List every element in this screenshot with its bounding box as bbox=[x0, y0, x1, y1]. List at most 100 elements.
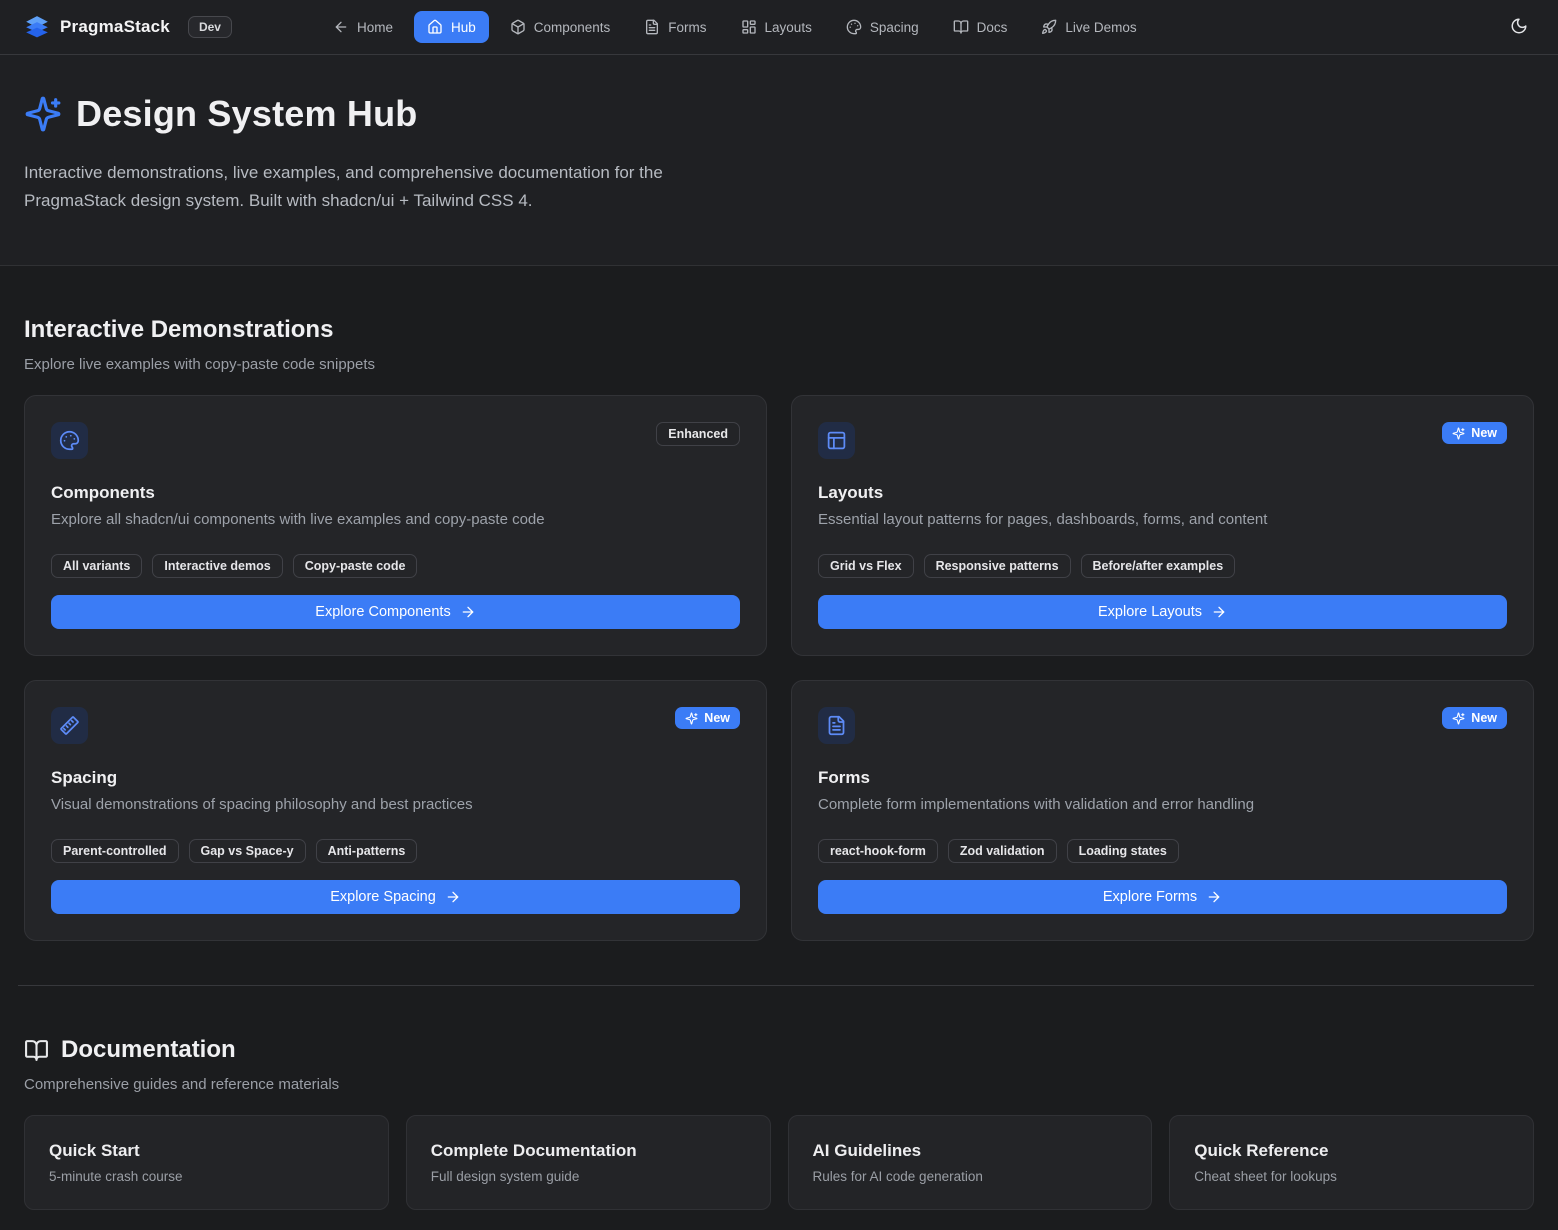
feature-tag: Gap vs Space-y bbox=[189, 839, 306, 863]
env-badge: Dev bbox=[188, 16, 232, 38]
doc-card-quick-start[interactable]: Quick Start 5-minute crash course bbox=[24, 1115, 389, 1210]
card-title: Spacing bbox=[51, 768, 740, 788]
doc-card-description: 5-minute crash course bbox=[49, 1169, 364, 1184]
new-badge: New bbox=[1442, 422, 1507, 444]
card-title: Layouts bbox=[818, 483, 1507, 503]
file-text-icon bbox=[818, 707, 855, 744]
nav-item-spacing[interactable]: Spacing bbox=[833, 11, 932, 43]
nav-item-label: Docs bbox=[977, 20, 1008, 35]
doc-card-quick-reference[interactable]: Quick Reference Cheat sheet for lookups bbox=[1169, 1115, 1534, 1210]
panels-top-left-icon bbox=[818, 422, 855, 459]
page-subtitle: Interactive demonstrations, live example… bbox=[24, 159, 769, 215]
top-nav: PragmaStack Dev Home Hub Components Form… bbox=[0, 0, 1558, 55]
package-icon bbox=[510, 19, 526, 35]
book-open-icon bbox=[953, 19, 969, 35]
card-description: Essential layout patterns for pages, das… bbox=[818, 511, 1507, 528]
nav-item-live-demos[interactable]: Live Demos bbox=[1028, 11, 1149, 43]
nav-item-hub[interactable]: Hub bbox=[414, 11, 489, 43]
nav-item-docs[interactable]: Docs bbox=[940, 11, 1021, 43]
demo-card-components: Enhanced Components Explore all shadcn/u… bbox=[24, 395, 767, 656]
theme-toggle-button[interactable] bbox=[1504, 11, 1534, 44]
demo-card-forms: New Forms Complete form implementations … bbox=[791, 680, 1534, 941]
explore-spacing-button[interactable]: Explore Spacing bbox=[51, 880, 740, 914]
ruler-icon bbox=[51, 707, 88, 744]
feature-tag: Zod validation bbox=[948, 839, 1057, 863]
feature-tag: Parent-controlled bbox=[51, 839, 179, 863]
demos-section-heading: Interactive Demonstrations bbox=[24, 316, 1534, 344]
card-title: Components bbox=[51, 483, 740, 503]
sparkles-icon bbox=[685, 712, 698, 725]
book-open-icon bbox=[24, 1038, 49, 1063]
card-description: Explore all shadcn/ui components with li… bbox=[51, 511, 740, 528]
doc-card-description: Cheat sheet for lookups bbox=[1194, 1169, 1509, 1184]
file-text-icon bbox=[644, 19, 660, 35]
nav-item-label: Live Demos bbox=[1065, 20, 1136, 35]
explore-components-button[interactable]: Explore Components bbox=[51, 595, 740, 629]
feature-tag: Loading states bbox=[1067, 839, 1179, 863]
status-badge: Enhanced bbox=[656, 422, 740, 446]
feature-tag: Grid vs Flex bbox=[818, 554, 914, 578]
arrow-right-icon bbox=[445, 889, 461, 905]
main-content: Interactive Demonstrations Explore live … bbox=[0, 316, 1558, 1230]
card-description: Visual demonstrations of spacing philoso… bbox=[51, 796, 740, 813]
palette-icon bbox=[51, 422, 88, 459]
doc-card-title: AI Guidelines bbox=[813, 1141, 1128, 1161]
sparkles-icon bbox=[24, 95, 62, 133]
nav-item-label: Spacing bbox=[870, 20, 919, 35]
doc-card-complete-documentation[interactable]: Complete Documentation Full design syste… bbox=[406, 1115, 771, 1210]
button-label: Explore Forms bbox=[1103, 889, 1197, 905]
button-label: Explore Layouts bbox=[1098, 604, 1202, 620]
nav-item-label: Layouts bbox=[765, 20, 812, 35]
demo-card-layouts: New Layouts Essential layout patterns fo… bbox=[791, 395, 1534, 656]
docs-section-heading: Documentation bbox=[24, 1036, 1534, 1064]
palette-icon bbox=[846, 19, 862, 35]
docs-section-subheading: Comprehensive guides and reference mater… bbox=[24, 1076, 1534, 1093]
brand-name: PragmaStack bbox=[60, 17, 170, 37]
page-title: Design System Hub bbox=[76, 93, 417, 135]
nav-item-label: Components bbox=[534, 20, 611, 35]
nav-item-label: Forms bbox=[668, 20, 706, 35]
nav-item-layouts[interactable]: Layouts bbox=[728, 11, 825, 43]
layers-logo-icon bbox=[24, 14, 50, 40]
feature-tag: react-hook-form bbox=[818, 839, 938, 863]
new-badge: New bbox=[1442, 707, 1507, 729]
brand[interactable]: PragmaStack Dev bbox=[24, 14, 232, 40]
house-icon bbox=[427, 19, 443, 35]
nav-item-components[interactable]: Components bbox=[497, 11, 624, 43]
nav-item-label: Home bbox=[357, 20, 393, 35]
nav-item-label: Hub bbox=[451, 20, 476, 35]
section-divider bbox=[18, 985, 1534, 986]
layout-grid-icon bbox=[741, 19, 757, 35]
nav-item-forms[interactable]: Forms bbox=[631, 11, 719, 43]
arrow-right-icon bbox=[1211, 604, 1227, 620]
badge-label: New bbox=[704, 711, 730, 725]
doc-card-description: Full design system guide bbox=[431, 1169, 746, 1184]
feature-tag: Responsive patterns bbox=[924, 554, 1071, 578]
arrow-right-icon bbox=[1206, 889, 1222, 905]
feature-tag: All variants bbox=[51, 554, 142, 578]
arrow-left-icon bbox=[333, 19, 349, 35]
doc-card-title: Quick Start bbox=[49, 1141, 364, 1161]
card-title: Forms bbox=[818, 768, 1507, 788]
hero: Design System Hub Interactive demonstrat… bbox=[0, 55, 1558, 266]
sparkles-icon bbox=[1452, 712, 1465, 725]
doc-card-title: Quick Reference bbox=[1194, 1141, 1509, 1161]
docs-heading-label: Documentation bbox=[61, 1036, 236, 1064]
doc-card-description: Rules for AI code generation bbox=[813, 1169, 1128, 1184]
feature-tag: Anti-patterns bbox=[316, 839, 418, 863]
nav-item-home[interactable]: Home bbox=[320, 11, 406, 43]
demos-section-subheading: Explore live examples with copy-paste co… bbox=[24, 356, 1534, 373]
badge-label: New bbox=[1471, 711, 1497, 725]
explore-layouts-button[interactable]: Explore Layouts bbox=[818, 595, 1507, 629]
page: PragmaStack Dev Home Hub Components Form… bbox=[0, 0, 1558, 1230]
button-label: Explore Components bbox=[315, 604, 450, 620]
new-badge: New bbox=[675, 707, 740, 729]
card-description: Complete form implementations with valid… bbox=[818, 796, 1507, 813]
badge-label: New bbox=[1471, 426, 1497, 440]
doc-card-ai-guidelines[interactable]: AI Guidelines Rules for AI code generati… bbox=[788, 1115, 1153, 1210]
doc-card-grid: Quick Start 5-minute crash course Comple… bbox=[24, 1115, 1534, 1210]
feature-tag: Interactive demos bbox=[152, 554, 282, 578]
moon-icon bbox=[1510, 17, 1528, 35]
button-label: Explore Spacing bbox=[330, 889, 436, 905]
explore-forms-button[interactable]: Explore Forms bbox=[818, 880, 1507, 914]
